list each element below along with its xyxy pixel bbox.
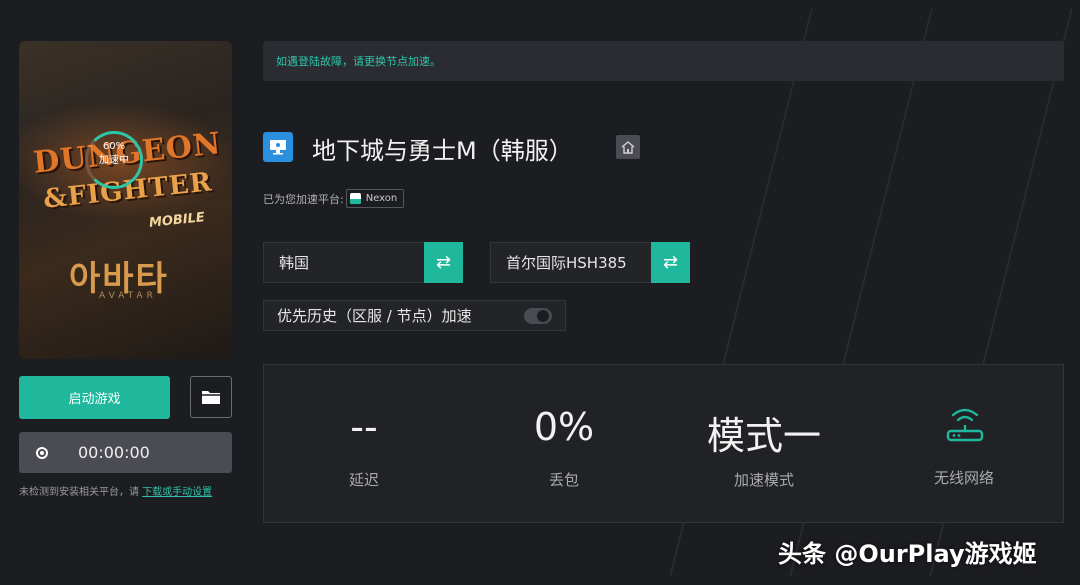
history-priority-label: 优先历史（区服 / 节点）加速: [277, 307, 472, 325]
record-icon: [36, 446, 48, 459]
acceleration-mode-value: 模式一: [706, 414, 821, 458]
acceleration-progress-text: 60% 加速中: [85, 140, 143, 168]
history-priority-row: 优先历史（区服 / 节点）加速: [263, 300, 566, 331]
platform-note-text: 未检测到安装相关平台，请: [19, 487, 143, 498]
platform-badge: Nexon: [345, 189, 405, 208]
folder-icon: [202, 391, 220, 404]
cover-subtitle: AVATAR: [99, 291, 157, 301]
latency-value: --: [350, 405, 378, 449]
platform-name: Nexon: [365, 193, 398, 204]
packet-loss-value: 0%: [533, 405, 595, 449]
platform-not-detected-note: 未检测到安装相关平台，请 下载或手动设置: [19, 483, 212, 498]
node-value: 首尔国际HSH385: [506, 254, 627, 272]
history-priority-toggle[interactable]: [524, 308, 552, 324]
game-platform-icon: [263, 132, 293, 162]
region-select[interactable]: 韩国: [263, 242, 424, 283]
open-folder-button[interactable]: [190, 376, 232, 418]
region-value: 韩国: [279, 254, 310, 272]
swap-icon: ⇄: [662, 252, 679, 273]
login-issue-notice: 如遇登陆故障，请更换节点加速。: [263, 41, 1064, 81]
node-select[interactable]: 首尔国际HSH385: [490, 242, 651, 283]
toggle-knob: [537, 310, 549, 322]
game-title: 地下城与勇士M（韩服）: [312, 137, 573, 165]
swap-icon: ⇄: [435, 252, 452, 273]
latency-label: 延迟: [348, 471, 379, 489]
accelerated-platform-info: 已为您加速平台: Nexon: [263, 189, 405, 208]
progress-status: 加速中: [99, 155, 129, 166]
connection-stats-panel: -- 延迟 0% 丢包 模式一 加速模式 无线网络: [263, 364, 1064, 523]
network-type-label: 无线网络: [933, 469, 994, 487]
node-switch-button[interactable]: ⇄: [651, 242, 690, 283]
nexon-logo-icon: [349, 193, 361, 204]
game-cover-art: DUNGEON &FIGHTER MOBILE 아바타 AVATAR 60% 加…: [19, 41, 232, 359]
wireless-router-icon: [946, 408, 984, 442]
timer-value: 00:00:00: [78, 443, 150, 462]
session-timer: 00:00:00: [19, 432, 232, 473]
acceleration-mode-label: 加速模式: [733, 471, 794, 489]
platform-label: 已为您加速平台:: [263, 192, 344, 206]
download-or-manual-setup-link[interactable]: 下载或手动设置: [142, 487, 212, 498]
game-home-button[interactable]: [616, 135, 640, 159]
progress-percent: 60%: [102, 141, 126, 152]
region-switch-button[interactable]: ⇄: [424, 242, 463, 283]
packet-loss-label: 丢包: [548, 471, 579, 489]
monitor-icon: [270, 140, 286, 155]
home-icon: [621, 140, 635, 154]
notice-text: 如遇登陆故障，请更换节点加速。: [276, 55, 441, 68]
start-game-button[interactable]: 启动游戏: [19, 376, 170, 419]
watermark-text: 头条 @OurPlay游戏姬: [778, 540, 1037, 568]
